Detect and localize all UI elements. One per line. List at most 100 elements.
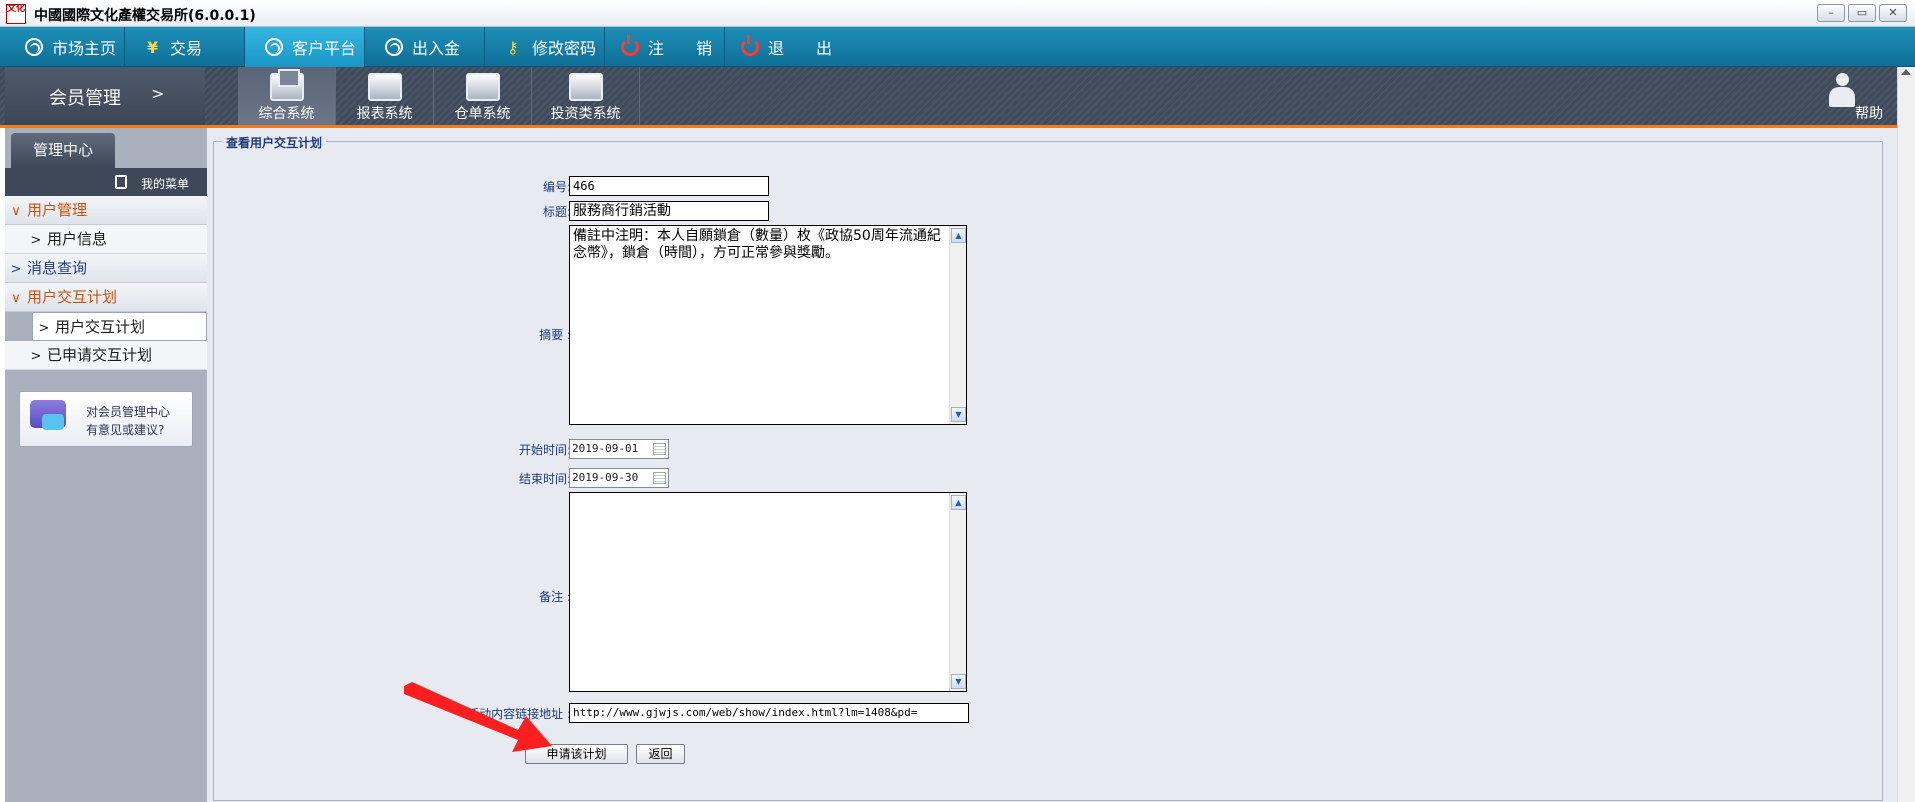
back-button[interactable]: 返回	[636, 744, 685, 764]
remark-label: 备注 :	[539, 590, 571, 604]
feedback-text-1: 对会员管理中心	[86, 405, 171, 419]
nav-label: 退 出	[768, 39, 833, 58]
scroll-down-icon[interactable]: ▼	[951, 674, 966, 689]
user-help-icon	[1829, 73, 1855, 107]
end-date-input[interactable]: 2019-09-30	[569, 468, 669, 488]
my-menu-bar[interactable]: 我的菜单	[5, 168, 207, 196]
scroll-up-icon[interactable]: ▲	[951, 228, 966, 243]
remark-textarea[interactable]: ▲ ▼	[569, 492, 967, 692]
summary-label: 摘要 :	[539, 328, 571, 342]
swirl-icon	[385, 38, 403, 56]
scroll-down-icon[interactable]: ▼	[951, 407, 966, 422]
nav-label: 出入金	[412, 39, 461, 58]
fieldset-legend: 查看用户交互计划	[222, 134, 327, 151]
nav-label: 市场主页	[52, 39, 117, 58]
chevron-right-icon: >	[30, 233, 42, 248]
tab-comprehensive-system[interactable]: 综合系统	[238, 67, 336, 125]
sidebar-group-message-query[interactable]: > 消息查询	[5, 254, 207, 283]
start-date-input[interactable]: 2019-09-01	[569, 439, 669, 459]
nav-deposit-withdraw[interactable]: 出入金	[365, 27, 485, 67]
key-icon: ⚷	[507, 37, 519, 57]
member-management-title[interactable]: 会员管理 >	[5, 67, 205, 125]
close-button[interactable]: ✕	[1879, 4, 1907, 22]
restore-button[interactable]: ▭	[1848, 4, 1876, 22]
feedback-text-2: 有意见或建议?	[86, 423, 165, 437]
annotation-arrow-icon	[404, 682, 552, 752]
swirl-icon	[265, 38, 283, 56]
system-header: 会员管理 > 综合系统 报表系统 仓单系统 投资类系统 帮助	[0, 67, 1915, 128]
tab-warehouse-system[interactable]: 仓单系统	[434, 67, 532, 125]
my-menu-label: 我的菜单	[140, 177, 189, 191]
nav-trade[interactable]: ¥ 交易	[125, 27, 245, 67]
summary-text: 備註中注明：本人自願鎖倉（數量）枚《政協50周年流通紀念幣》，鎖倉（時間），方可…	[573, 228, 941, 261]
menu-label: 用户交互计划	[27, 288, 118, 306]
calendar-icon[interactable]	[653, 472, 666, 484]
sidebar-item-interaction-plan[interactable]: > 用户交互计划	[32, 312, 207, 341]
nav-label: 交易	[170, 39, 203, 58]
summary-textarea[interactable]: 備註中注明：本人自願鎖倉（數量）枚《政協50周年流通紀念幣》，鎖倉（時間），方可…	[569, 225, 967, 425]
tab-management-center[interactable]: 管理中心	[11, 133, 115, 168]
tab-label: 仓单系统	[454, 106, 511, 122]
summary-scrollbar[interactable]: ▲ ▼	[949, 226, 966, 424]
menu-label: 用户信息	[47, 230, 108, 248]
menu-label: 用户管理	[27, 201, 88, 219]
money-icon	[569, 73, 603, 101]
nav-label: 客户平台	[292, 39, 357, 58]
sidebar-item-user-info[interactable]: > 用户信息	[5, 225, 207, 254]
remark-scrollbar[interactable]: ▲ ▼	[949, 493, 966, 691]
help-button[interactable]: 帮助	[1793, 67, 1893, 125]
link-field[interactable]: http://www.gjwjs.com/web/show/index.html…	[569, 703, 969, 723]
nav-label: 注 销	[648, 39, 713, 58]
clipboard-icon	[115, 175, 127, 189]
sidebar-group-user-management[interactable]: ∨ 用户管理	[5, 196, 207, 225]
tab-investment-system[interactable]: 投资类系统	[532, 67, 640, 125]
window-controls: – ▭ ✕	[1817, 4, 1907, 22]
chevron-right-icon: >	[30, 349, 42, 364]
tab-label: 报表系统	[356, 106, 413, 122]
swirl-icon	[25, 38, 43, 56]
start-date-label: 开始时间:	[518, 443, 571, 457]
help-label: 帮助	[1855, 106, 1883, 122]
tab-label: 投资类系统	[550, 106, 621, 122]
scroll-up-icon[interactable]	[1901, 69, 1911, 75]
scroll-up-icon[interactable]: ▲	[951, 495, 966, 510]
title-label: 标题:	[542, 205, 571, 219]
nav-client-platform[interactable]: 客户平台	[245, 27, 365, 67]
feedback-box[interactable]: 对会员管理中心 有意见或建议?	[19, 391, 193, 447]
tab-label: 综合系统	[258, 106, 315, 122]
title-field[interactable]: 服務商行銷活動	[569, 201, 769, 221]
nav-exit[interactable]: 退 出	[725, 27, 845, 67]
menu-label: 已申请交互计划	[47, 346, 153, 364]
tab-report-system[interactable]: 报表系统	[336, 67, 434, 125]
nav-label: 修改密码	[532, 39, 597, 58]
member-title-label: 会员管理	[49, 88, 121, 109]
nav-market-home[interactable]: 市场主页	[5, 27, 125, 67]
nav-logout[interactable]: 注 销	[605, 27, 725, 67]
power-icon	[741, 35, 759, 56]
chevron-right-icon: >	[10, 262, 22, 277]
yen-icon: ¥	[147, 37, 159, 57]
window-title: 中國國際文化產權交易所(6.0.0.1)	[34, 8, 256, 24]
start-date-value: 2019-09-01	[572, 442, 639, 455]
minimize-button[interactable]: –	[1817, 4, 1845, 22]
sidebar: 管理中心 我的菜单 ∨ 用户管理 > 用户信息 > 消息查询 ∨ 用户交互计划 > 用户交…	[5, 128, 207, 802]
id-field[interactable]: 466	[569, 176, 769, 196]
id-label: 编号:	[542, 180, 571, 194]
end-date-value: 2019-09-30	[572, 471, 639, 484]
nav-change-password[interactable]: ⚷ 修改密码	[485, 27, 605, 67]
chat-bubble-icon	[42, 414, 64, 430]
end-date-label: 结束时间:	[518, 472, 571, 486]
monitor-icon	[270, 69, 304, 101]
report-folder-icon	[368, 73, 402, 101]
window-titlebar: 文化 中國國際文化產權交易所(6.0.0.1) – ▭ ✕	[0, 0, 1915, 27]
calendar-icon[interactable]	[653, 443, 666, 455]
printer-icon	[466, 73, 500, 101]
sidebar-group-interaction-plan[interactable]: ∨ 用户交互计划	[5, 283, 207, 312]
menu-label: 消息查询	[27, 259, 88, 277]
chevron-right-icon: >	[151, 84, 165, 103]
sidebar-item-applied-plans[interactable]: > 已申请交互计划	[5, 341, 207, 370]
chevron-right-icon: >	[38, 321, 50, 336]
menu-label: 用户交互计划	[55, 318, 146, 336]
power-icon	[621, 35, 639, 56]
page-scrollbar[interactable]	[1897, 67, 1915, 802]
